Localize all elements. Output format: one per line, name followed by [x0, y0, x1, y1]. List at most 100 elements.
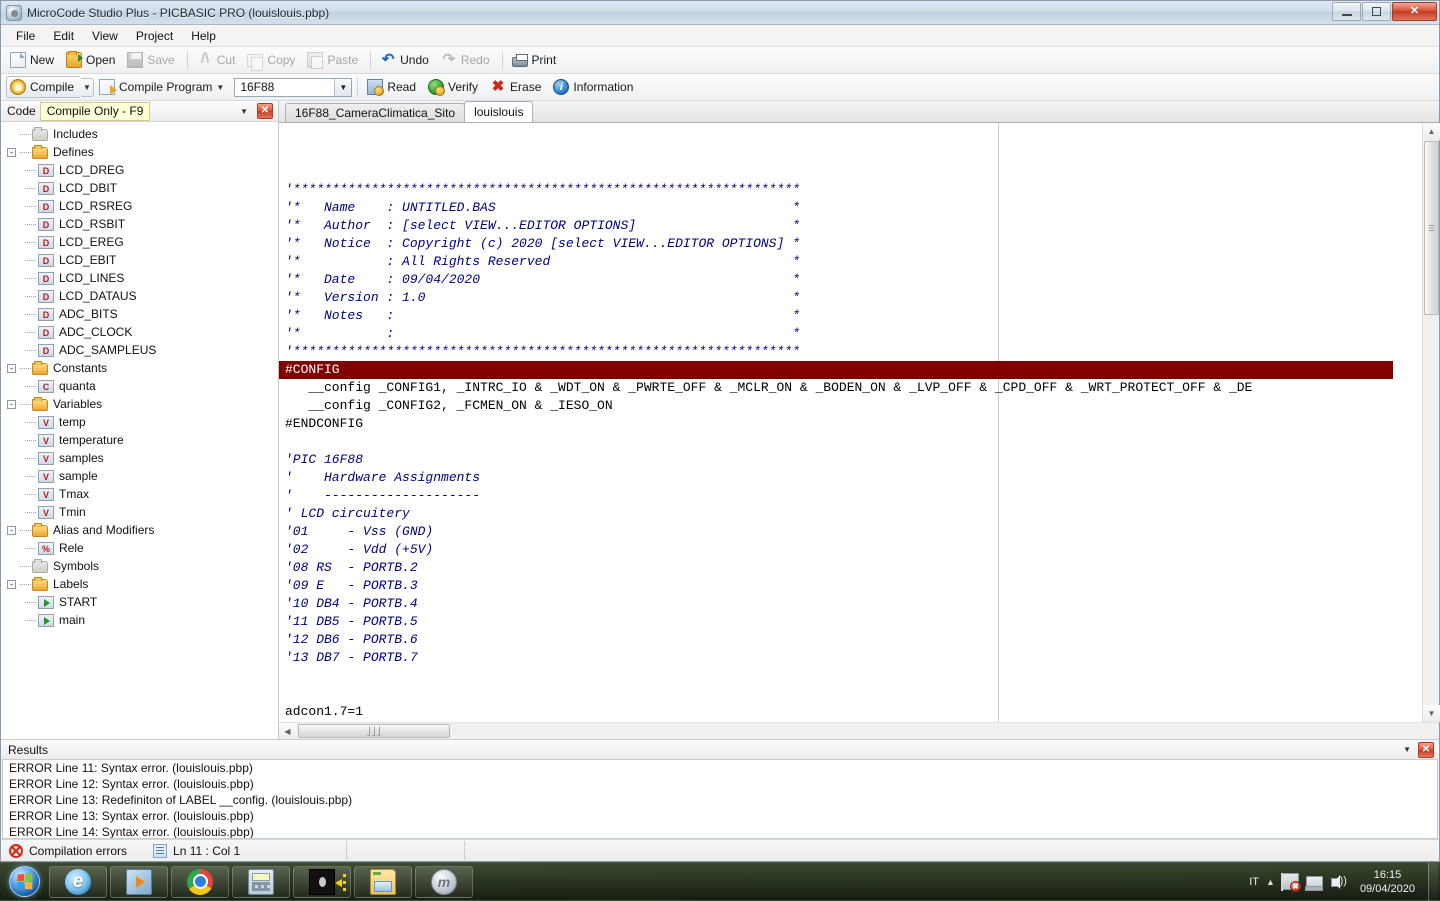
device-select-arrow[interactable]: ▼	[334, 79, 351, 96]
undo-button[interactable]: ↶ Undo	[376, 49, 436, 71]
tree-expander-icon[interactable]: -	[7, 580, 16, 589]
tree-item-samples[interactable]: Vsamples	[1, 449, 278, 467]
tree-item-tmax[interactable]: VTmax	[1, 485, 278, 503]
tree-expander-icon[interactable]: -	[7, 148, 16, 157]
result-error-row[interactable]: ERROR Line 13: Syntax error. (louislouis…	[3, 808, 1437, 824]
taskbar-microcode-studio[interactable]: m	[415, 866, 473, 898]
paste-button[interactable]: Paste	[303, 49, 365, 71]
tree-item-variables[interactable]: -Variables	[1, 395, 278, 413]
tree-item-lcd-lines[interactable]: DLCD_LINES	[1, 269, 278, 287]
tree-item-lcd-dataus[interactable]: DLCD_DATAUS	[1, 287, 278, 305]
results-close-button[interactable]: ✕	[1418, 742, 1434, 758]
save-button[interactable]: Save	[123, 49, 181, 71]
code-explorer-menu-arrow[interactable]: ▼	[240, 107, 248, 116]
compile-dropdown-arrow[interactable]: ▼	[81, 78, 94, 97]
tree-item-includes[interactable]: Includes	[1, 125, 278, 143]
cut-button[interactable]: Cut	[193, 49, 243, 71]
tree-item-sample[interactable]: Vsample	[1, 467, 278, 485]
show-desktop-button[interactable]	[1428, 863, 1438, 901]
compile-program-button[interactable]: Compile Program ▼	[95, 76, 231, 98]
tree-item-start[interactable]: START	[1, 593, 278, 611]
tab-louislouis[interactable]: louislouis	[464, 101, 533, 122]
tree-item-adc-sampleus[interactable]: DADC_SAMPLEUS	[1, 341, 278, 359]
tree-item-adc-clock[interactable]: DADC_CLOCK	[1, 323, 278, 341]
erase-button[interactable]: ✖ Erase	[486, 76, 548, 98]
copy-button[interactable]: Copy	[243, 50, 302, 70]
result-error-row[interactable]: ERROR Line 13: Redefiniton of LABEL __co…	[3, 792, 1437, 808]
action-center-flag-icon[interactable]: ✖	[1282, 873, 1299, 890]
code-explorer-close-button[interactable]: ✕	[257, 103, 273, 119]
tree-item-alias-and-modifiers[interactable]: -Alias and Modifiers	[1, 521, 278, 539]
print-button[interactable]: Print	[508, 50, 564, 70]
tree-expander-icon[interactable]: -	[7, 400, 16, 409]
tray-language-indicator[interactable]: IT	[1249, 876, 1259, 888]
tree-item-rele[interactable]: %Rele	[1, 539, 278, 557]
menu-help[interactable]: Help	[182, 26, 225, 46]
tree-item-constants[interactable]: -Constants	[1, 359, 278, 377]
taskbar-media-player[interactable]	[110, 866, 168, 898]
taskbar-file-explorer[interactable]	[354, 866, 412, 898]
tree-item-lcd-ebit[interactable]: DLCD_EBIT	[1, 251, 278, 269]
scroll-down-arrow-icon[interactable]: ▼	[1423, 705, 1440, 722]
maximize-button[interactable]	[1362, 2, 1391, 21]
tab-16F88-CameraClimatica-Sito[interactable]: 16F88_CameraClimatica_Sito	[285, 103, 465, 122]
device-select[interactable]: 16F88 ▼	[234, 78, 352, 97]
scroll-up-arrow-icon[interactable]: ▲	[1423, 123, 1440, 140]
close-button[interactable]: ✕	[1392, 2, 1437, 21]
menu-edit[interactable]: Edit	[44, 26, 83, 46]
taskbar-google-chrome[interactable]	[171, 866, 229, 898]
editor-horizontal-scrollbar[interactable]: ◀ ⎦⎦⎦	[279, 722, 1439, 739]
tree-item-lcd-dbit[interactable]: DLCD_DBIT	[1, 179, 278, 197]
horizontal-scroll-track[interactable]: ⎦⎦⎦	[296, 723, 1439, 739]
scroll-left-arrow-icon[interactable]: ◀	[279, 723, 296, 739]
tree-item-label: Defines	[53, 145, 94, 159]
editor-vertical-scrollbar[interactable]: ▲ ☰ ▼	[1422, 123, 1439, 722]
tree-expander-icon[interactable]: -	[7, 364, 16, 373]
verify-button[interactable]: Verify	[424, 76, 485, 98]
redo-button[interactable]: ↷ Redo	[437, 49, 497, 71]
tree-item-main[interactable]: main	[1, 611, 278, 629]
menu-file[interactable]: File	[7, 26, 44, 46]
tree-item-lcd-rsbit[interactable]: DLCD_RSBIT	[1, 215, 278, 233]
menu-view[interactable]: View	[83, 26, 127, 46]
tree-item-label: START	[59, 595, 97, 609]
taskbar-internet-explorer[interactable]: e	[49, 866, 107, 898]
tree-item-quanta[interactable]: Cquanta	[1, 377, 278, 395]
results-header: Results ▼ ✕	[1, 739, 1439, 759]
tree-item-lcd-rsreg[interactable]: DLCD_RSREG	[1, 197, 278, 215]
result-error-row[interactable]: ERROR Line 14: Syntax error. (louislouis…	[3, 824, 1437, 839]
tree-expander-icon[interactable]: -	[7, 526, 16, 535]
menu-project[interactable]: Project	[127, 26, 182, 46]
tree-item-temp[interactable]: Vtemp	[1, 413, 278, 431]
taskbar-clock[interactable]: 16:15 09/04/2020	[1354, 868, 1421, 896]
start-button[interactable]	[2, 865, 46, 899]
open-button[interactable]: Open	[62, 49, 122, 71]
result-error-row[interactable]: ERROR Line 11: Syntax error. (louislouis…	[3, 760, 1437, 776]
tree-item-lcd-ereg[interactable]: DLCD_EREG	[1, 233, 278, 251]
information-button[interactable]: i Information	[549, 76, 640, 98]
tree-item-symbols[interactable]: Symbols	[1, 557, 278, 575]
results-menu-arrow[interactable]: ▼	[1403, 745, 1411, 754]
tree-item-tmin[interactable]: VTmin	[1, 503, 278, 521]
status-message: Compilation errors	[29, 844, 127, 858]
tree-item-adc-bits[interactable]: DADC_BITS	[1, 305, 278, 323]
new-button[interactable]: New	[6, 49, 61, 71]
compile-button[interactable]: Compile	[6, 76, 80, 98]
horizontal-scroll-thumb[interactable]: ⎦⎦⎦	[298, 724, 450, 738]
network-icon[interactable]	[1306, 876, 1323, 889]
code-text-area[interactable]: '***************************************…	[279, 123, 1422, 722]
tree-item-lcd-dreg[interactable]: DLCD_DREG	[1, 161, 278, 179]
results-error-list[interactable]: ERROR Line 11: Syntax error. (louislouis…	[2, 759, 1438, 839]
taskbar-calculator[interactable]	[232, 866, 290, 898]
vertical-scroll-thumb[interactable]: ☰	[1424, 141, 1439, 315]
read-button[interactable]: Read	[363, 76, 423, 98]
taskbar-pic-programmer[interactable]	[293, 866, 351, 898]
tree-item-labels[interactable]: -Labels	[1, 575, 278, 593]
minimize-button[interactable]	[1332, 2, 1361, 21]
tree-connector	[25, 449, 37, 467]
result-error-row[interactable]: ERROR Line 12: Syntax error. (louislouis…	[3, 776, 1437, 792]
tree-item-defines[interactable]: - Defines	[1, 143, 278, 161]
tree-item-temperature[interactable]: Vtemperature	[1, 431, 278, 449]
tray-expand-arrow-icon[interactable]: ▲	[1266, 877, 1275, 887]
volume-icon[interactable]: ))	[1330, 873, 1347, 890]
